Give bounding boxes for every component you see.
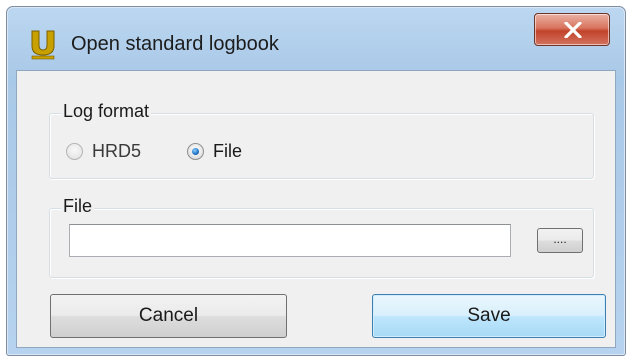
browse-button[interactable]: .... [537, 228, 583, 253]
close-icon [564, 22, 582, 38]
radio-hrd5-button[interactable] [66, 143, 83, 160]
radio-file-label: File [213, 141, 243, 161]
radio-file-button[interactable] [187, 143, 204, 160]
radio-file[interactable]: File [187, 141, 242, 162]
u-logbook-app-icon [31, 30, 55, 60]
file-path-input[interactable] [69, 224, 511, 257]
title-bar[interactable]: Open standard logbook [7, 7, 625, 71]
log-format-label: Log format [61, 101, 152, 122]
file-group-label: File [61, 196, 95, 217]
save-button[interactable]: Save [372, 294, 606, 338]
dialog-content: Log format HRD5 File File .... Cancel Sa… [16, 70, 616, 348]
close-button[interactable] [534, 13, 610, 46]
dialog-window: Open standard logbook Log format HRD5 Fi… [6, 6, 626, 356]
cancel-button[interactable]: Cancel [50, 294, 287, 338]
radio-hrd5[interactable]: HRD5 [66, 141, 141, 162]
radio-hrd5-label: HRD5 [92, 141, 142, 161]
window-title: Open standard logbook [71, 33, 279, 55]
